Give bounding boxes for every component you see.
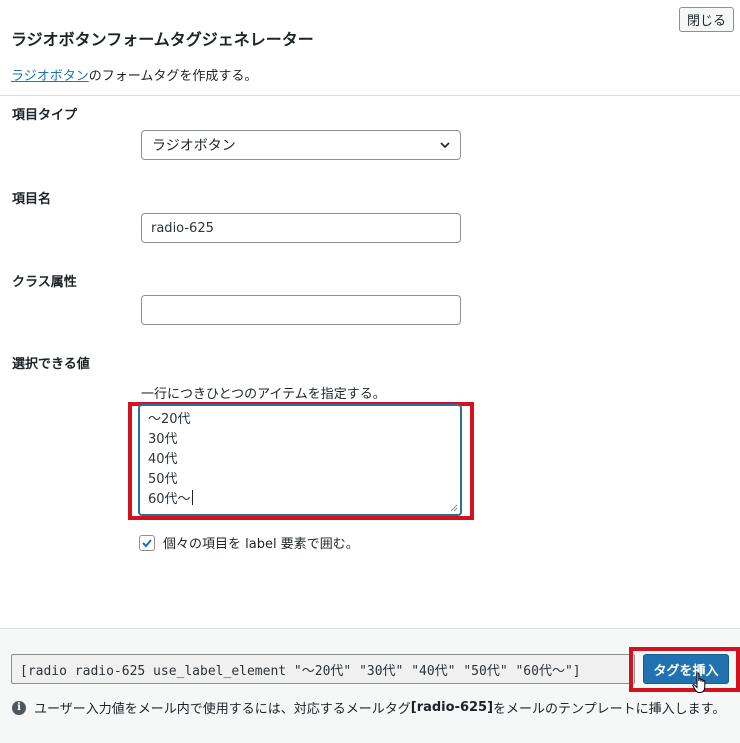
option-line: 30代 [148,432,178,447]
use-label-option[interactable]: 個々の項目を label 要素で囲む。 [139,533,359,552]
info-note: i ユーザー入力値をメール内で使用するには、対応するメールタグ [radio-6… [12,698,725,717]
info-suffix: をメールのテンプレートに挿入します。 [493,702,726,717]
field-name-input[interactable]: radio-625 [141,213,461,243]
options-textarea[interactable]: 〜20代 30代 40代 50代 60代〜 [139,405,461,515]
field-type-select[interactable]: ラジオボタン [141,130,461,160]
close-button[interactable]: 閉じる [679,7,734,32]
text-caret [191,490,193,505]
field-type-label: 項目タイプ [12,108,78,123]
radio-button-doc-link[interactable]: ラジオボタン [11,69,89,84]
description-text: のフォームタグを作成する。 [88,69,258,84]
info-icon: i [12,700,26,715]
use-label-checkbox[interactable] [139,534,155,551]
dialog-title: ラジオボタンフォームタグジェネレーター [11,30,314,49]
resize-grip-icon[interactable] [450,504,458,512]
insert-tag-button[interactable]: タグを挿入 [643,654,729,684]
info-prefix: ユーザー入力値をメール内で使用するには、対応するメールタグ [34,702,411,717]
option-line: 50代 [148,472,178,487]
chevron-down-icon [440,142,450,149]
tag-output-field[interactable]: [radio radio-625 use_label_element "〜20代… [11,654,635,684]
field-name-label: 項目名 [12,192,52,207]
use-label-text: 個々の項目を label 要素で囲む。 [163,537,359,552]
option-line: 40代 [148,452,178,467]
header-divider [0,95,740,96]
options-hint: 一行につきひとつのアイテムを指定する。 [141,387,386,402]
info-mail-tag: [radio-625] [410,700,494,715]
class-attr-label: クラス属性 [12,275,77,290]
option-line-text: 60代〜 [148,492,191,507]
checkmark-icon [142,538,152,547]
option-line-last: 60代〜 [148,490,452,510]
hand-cursor-icon [692,672,706,693]
class-attr-input[interactable] [141,295,461,325]
options-label: 選択できる値 [12,357,90,372]
option-line: 〜20代 [148,412,191,427]
dialog-description: ラジオボタンのフォームタグを作成する。 [11,65,257,84]
field-type-value: ラジオボタン [152,138,236,154]
